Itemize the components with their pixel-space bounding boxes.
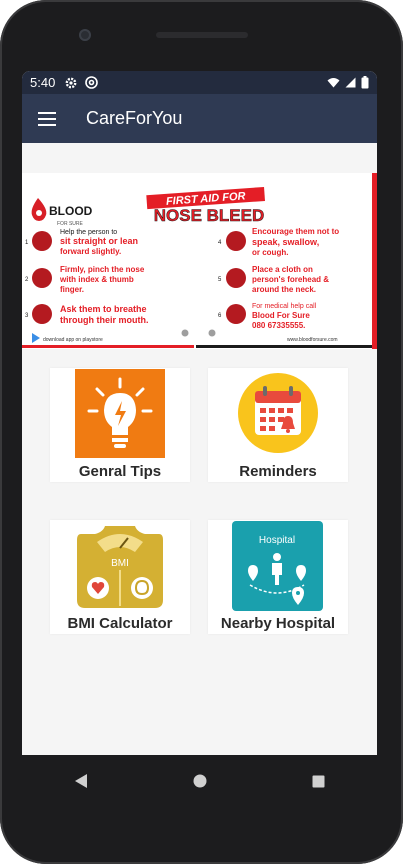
step-6-icon <box>226 304 246 324</box>
brand-sub: FOR SURE <box>57 221 84 227</box>
banner-bottom-bar-right <box>196 345 372 348</box>
play-store-icon <box>32 333 40 343</box>
step-text: person's forehead & <box>252 275 329 284</box>
step-number: 5 <box>218 277 222 283</box>
screen: 5:40 CareForYou BLOOD FOR SURE FIRST AID… <box>22 71 377 807</box>
recents-icon[interactable] <box>312 775 325 788</box>
step-number: 2 <box>25 277 29 283</box>
bmi-badge: BMI <box>111 558 129 569</box>
front-camera <box>79 29 91 41</box>
brand-name: BLOOD <box>49 204 93 218</box>
step-4-icon <box>226 231 246 251</box>
earpiece <box>156 32 248 38</box>
app-bar: CareForYou <box>22 94 377 143</box>
battery-icon <box>361 76 369 89</box>
tile-label: Nearby Hospital <box>220 615 336 632</box>
wifi-icon <box>327 78 340 88</box>
step-number: 1 <box>25 240 29 246</box>
at-sign-icon <box>85 76 99 89</box>
hospital-map-icon: Hospital <box>232 521 323 611</box>
home-icon[interactable] <box>193 774 207 788</box>
banner-footer-left: download app on playstore <box>43 337 103 343</box>
carousel-dot-2[interactable] <box>208 329 216 337</box>
step-text: finger. <box>60 285 84 294</box>
tile-nearby-hospital[interactable]: Hospital Nearby Hospital <box>208 520 348 634</box>
app-title: CareForYou <box>86 108 183 128</box>
tile-general-tips[interactable]: Genral Tips <box>50 368 190 482</box>
step-text: around the neck. <box>252 285 316 294</box>
step-text: Place a cloth on <box>252 265 313 274</box>
step-2: 2 Firmly, pinch the nose with index & th… <box>25 265 145 294</box>
step-text: For medical help call <box>252 303 317 310</box>
step-3: 3 Ask them to breathe through their mout… <box>25 304 148 325</box>
carousel-dot-1[interactable] <box>181 329 189 337</box>
step-5-icon <box>226 268 246 288</box>
banner-bottom-bar-left <box>22 345 194 348</box>
step-text: Blood For Sure <box>252 311 310 320</box>
step-text: through their mouth. <box>60 315 148 325</box>
step-text: with index & thumb <box>59 275 134 284</box>
step-1-icon <box>32 231 52 251</box>
scale-icon: BMI <box>75 520 165 610</box>
step-4: 4 Encourage them not to speak, swallow, … <box>218 227 339 257</box>
step-text: forward slightly. <box>60 247 121 256</box>
tile-reminders[interactable]: Reminders <box>208 368 348 482</box>
step-text: or cough. <box>252 248 288 257</box>
tile-label: BMI Calculator <box>67 615 173 632</box>
tile-label: Reminders <box>239 463 317 480</box>
step-1: 1 Help the person to sit straight or lea… <box>25 229 138 256</box>
step-number: 6 <box>218 313 222 319</box>
back-icon[interactable] <box>74 773 88 789</box>
banner-footer-right: www.bloodforsure.com <box>287 337 338 343</box>
step-text: sit straight or lean <box>60 236 138 246</box>
bulb-icon <box>75 369 165 458</box>
step-text: Firmly, pinch the nose <box>60 265 145 274</box>
tile-label: Genral Tips <box>78 463 162 480</box>
step-text: speak, swallow, <box>252 237 319 247</box>
blood-drop-icon <box>31 198 47 221</box>
tile-bmi-calculator[interactable]: BMI BMI Calculator <box>50 520 190 634</box>
step-text: Help the person to <box>60 229 117 236</box>
step-number: 3 <box>25 313 29 319</box>
banner-headline: NOSE BLEED <box>154 206 265 225</box>
banner-carousel[interactable]: BLOOD FOR SURE FIRST AID FOR NOSE BLEED … <box>22 173 377 349</box>
first-aid-banner: BLOOD FOR SURE FIRST AID FOR NOSE BLEED … <box>22 173 377 349</box>
hamburger-menu-icon <box>38 111 56 126</box>
step-text: Encourage them not to <box>252 227 339 236</box>
step-text: 080 67335555. <box>252 321 305 330</box>
settings-icon <box>65 77 77 88</box>
menu-button[interactable] <box>22 94 72 143</box>
calendar-icon <box>233 369 323 458</box>
banner-right-strip <box>372 173 377 349</box>
step-3-icon <box>32 304 52 324</box>
step-number: 4 <box>218 240 222 246</box>
status-time: 5:40 <box>30 75 56 90</box>
signal-icon <box>345 77 356 88</box>
status-bar: 5:40 <box>22 71 377 94</box>
step-text: Ask them to breathe <box>60 304 147 314</box>
step-5: 5 Place a cloth on person's forehead & a… <box>218 265 329 294</box>
hospital-caption: Hospital <box>259 535 295 546</box>
system-nav-bar <box>22 755 377 807</box>
step-2-icon <box>32 268 52 288</box>
step-6: 6 For medical help call Blood For Sure 0… <box>218 303 317 330</box>
phone-frame: 5:40 CareForYou BLOOD FOR SURE FIRST AID… <box>0 0 403 864</box>
